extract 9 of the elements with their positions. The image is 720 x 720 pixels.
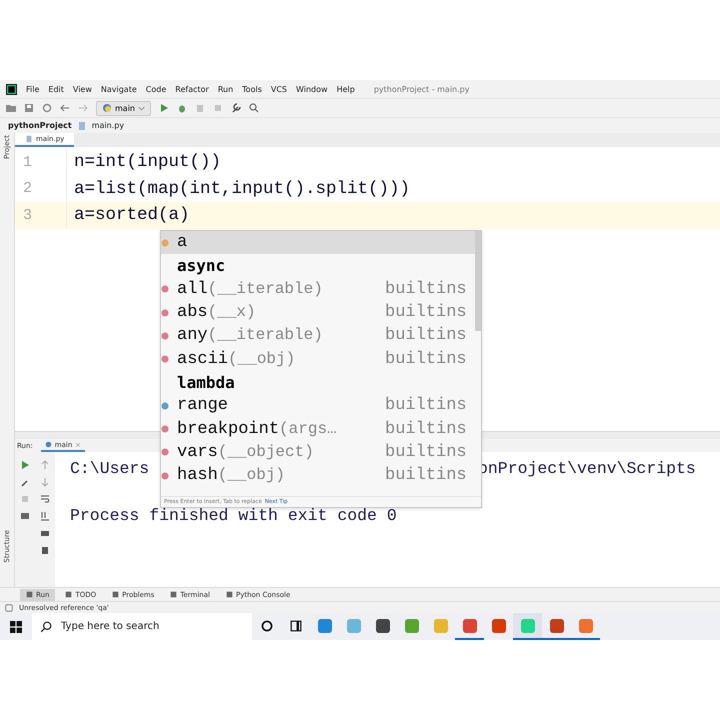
code-text: n=int(input()) <box>73 152 222 172</box>
console-output: C:\Users <box>70 459 150 478</box>
code-text: a=sorted(a) <box>73 205 190 226</box>
console-output: onProject\venv\Scripts <box>478 459 696 478</box>
code-text: a=list(map(int,input().split())) <box>73 178 410 199</box>
line-number: 1 <box>15 149 67 176</box>
window-title: pythonProject - main.py <box>374 84 470 94</box>
console-output: Process finished with exit code 0 <box>70 506 398 525</box>
line-number: 3 <box>15 202 67 228</box>
